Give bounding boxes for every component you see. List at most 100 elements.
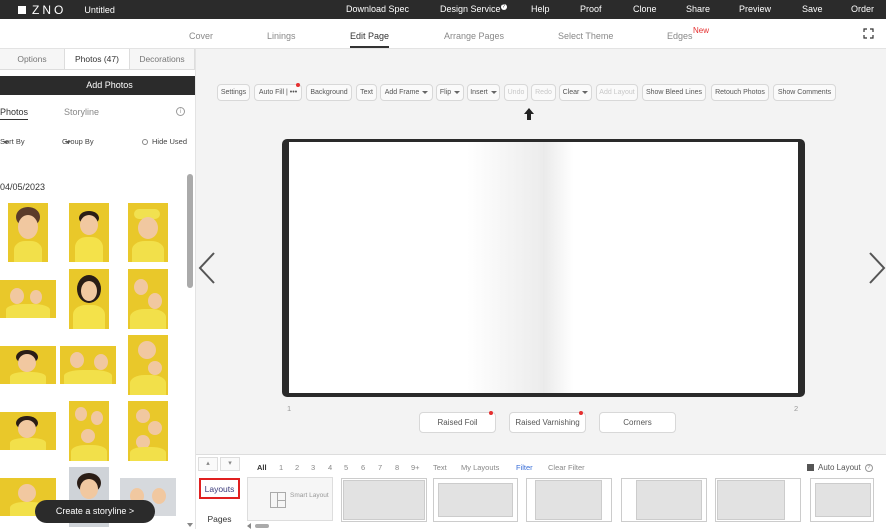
page-number-left: 1 [287, 404, 292, 413]
text-button[interactable]: Text [356, 84, 377, 101]
preview-link[interactable]: Preview [739, 4, 771, 14]
filter-my-layouts[interactable]: My Layouts [461, 463, 499, 472]
photo-thumbnail[interactable] [69, 203, 109, 262]
auto-fill-button[interactable]: Auto Fill | ••• [254, 83, 302, 101]
tab-options[interactable]: Options [0, 49, 65, 69]
settings-button[interactable]: Settings [217, 84, 250, 101]
layout-thumbnail[interactable] [433, 478, 518, 522]
photo-face [70, 352, 84, 368]
photo-thumbnail[interactable] [69, 401, 109, 461]
tab-linings[interactable]: Linings [267, 31, 296, 41]
tab-layouts[interactable]: Layouts [199, 478, 240, 499]
layout-thumbnail[interactable] [810, 478, 874, 522]
layout-thumbnail[interactable] [341, 478, 427, 522]
scrollbar-thumb[interactable] [187, 174, 193, 288]
tab-select-theme[interactable]: Select Theme [558, 31, 613, 41]
clear-dropdown[interactable]: Clear [559, 84, 592, 101]
scroll-down-icon[interactable] [187, 523, 193, 527]
raised-foil-button[interactable]: Raised Foil [419, 411, 496, 433]
photo-thumbnail[interactable] [128, 269, 168, 329]
fullscreen-icon[interactable] [863, 28, 874, 39]
info-icon[interactable]: i [176, 107, 185, 116]
flip-dropdown[interactable]: Flip [436, 84, 464, 101]
tab-photos[interactable]: Photos (47) [65, 49, 130, 69]
photo-thumbnail[interactable] [60, 346, 116, 384]
insert-dropdown[interactable]: Insert [467, 84, 500, 101]
save-button[interactable]: Save [802, 4, 823, 14]
design-service-link[interactable]: Design Service? [440, 4, 507, 14]
tab-cover[interactable]: Cover [189, 31, 213, 41]
background-button[interactable]: Background [306, 84, 352, 101]
filter-count-8[interactable]: 8 [395, 463, 399, 472]
book-spread [282, 139, 805, 397]
filter-count-9plus[interactable]: 9+ [411, 463, 420, 472]
group-by-dropdown[interactable]: Group By [62, 137, 94, 146]
filter-count-5[interactable]: 5 [344, 463, 348, 472]
subtab-photos[interactable]: Photos [0, 107, 29, 120]
undo-button[interactable]: Undo [504, 84, 528, 101]
expand-down-button[interactable]: ▾ [220, 457, 240, 471]
tab-pages[interactable]: Pages [199, 510, 240, 529]
sort-by-dropdown[interactable]: Sort By [0, 137, 25, 146]
raised-varnishing-button[interactable]: Raised Varnishing [509, 411, 586, 433]
filter-count-3[interactable]: 3 [311, 463, 315, 472]
scroll-left-icon[interactable] [247, 523, 251, 529]
redo-button[interactable]: Redo [531, 84, 556, 101]
tab-edit-page[interactable]: Edit Page [350, 31, 390, 48]
help-link[interactable]: Help [531, 4, 550, 14]
filter-count-4[interactable]: 4 [328, 463, 332, 472]
photo-thumbnail[interactable] [128, 335, 168, 395]
add-layout-button[interactable]: Add Layout [596, 84, 638, 101]
create-storyline-button[interactable]: Create a storyline > [35, 500, 155, 523]
clear-filter-button[interactable]: Clear Filter [548, 463, 585, 472]
photo-thumbnail[interactable] [128, 401, 168, 461]
chevron-right-icon[interactable] [868, 252, 886, 284]
photo-thumbnail[interactable] [0, 346, 56, 384]
subtab-storyline[interactable]: Storyline [64, 107, 99, 117]
photo-list-scrollbar[interactable] [186, 174, 194, 529]
tab-arrange-pages[interactable]: Arrange Pages [444, 31, 504, 41]
collapse-up-button[interactable]: ▴ [198, 457, 218, 471]
filter-text[interactable]: Text [433, 463, 447, 472]
proof-link[interactable]: Proof [580, 4, 602, 14]
layouts-horizontal-scrollbar[interactable] [247, 523, 886, 529]
photo-thumbnail[interactable] [0, 280, 56, 318]
show-comments-button[interactable]: Show Comments [773, 84, 836, 101]
retouch-photos-button[interactable]: Retouch Photos [711, 84, 769, 101]
page-right[interactable] [543, 142, 798, 393]
add-photos-button[interactable]: Add Photos [0, 76, 195, 95]
photo-thumbnail[interactable] [8, 203, 48, 262]
help-icon[interactable]: ? [864, 463, 873, 472]
tab-decorations[interactable]: Decorations [130, 49, 195, 69]
share-link[interactable]: Share [686, 4, 710, 14]
add-frame-dropdown[interactable]: Add Frame [380, 84, 433, 101]
filter-all[interactable]: All [257, 463, 267, 472]
chevron-left-icon[interactable] [198, 252, 216, 284]
order-button[interactable]: Order [851, 4, 874, 14]
photo-thumbnail[interactable] [128, 203, 168, 262]
show-bleed-lines-button[interactable]: Show Bleed Lines [642, 84, 706, 101]
corners-button[interactable]: Corners [599, 412, 676, 433]
checkbox-checked-icon [807, 464, 814, 472]
layout-thumbnail[interactable] [526, 478, 612, 522]
photo-thumbnail[interactable] [69, 269, 109, 329]
arrow-up-icon[interactable] [524, 108, 534, 120]
auto-layout-label: Auto Layout [818, 463, 861, 472]
filter-count-6[interactable]: 6 [361, 463, 365, 472]
photo-thumbnail[interactable] [0, 412, 56, 450]
filter-button[interactable]: Filter [516, 463, 533, 472]
smart-layout-card[interactable]: Smart Layout [247, 477, 333, 521]
layout-thumbnail[interactable] [715, 478, 801, 522]
tab-edges[interactable]: Edges [667, 31, 693, 41]
hide-used-toggle[interactable]: Hide Used [142, 137, 187, 146]
filter-count-2[interactable]: 2 [295, 463, 299, 472]
filter-count-7[interactable]: 7 [378, 463, 382, 472]
filter-count-1[interactable]: 1 [279, 463, 283, 472]
design-service-label: Design Service [440, 4, 501, 14]
download-spec-link[interactable]: Download Spec [346, 4, 409, 14]
scrollbar-thumb[interactable] [255, 524, 269, 528]
clone-link[interactable]: Clone [633, 4, 657, 14]
page-left[interactable] [289, 142, 543, 393]
auto-layout-toggle[interactable]: Auto Layout? [807, 463, 873, 472]
layout-thumbnail[interactable] [621, 478, 707, 522]
